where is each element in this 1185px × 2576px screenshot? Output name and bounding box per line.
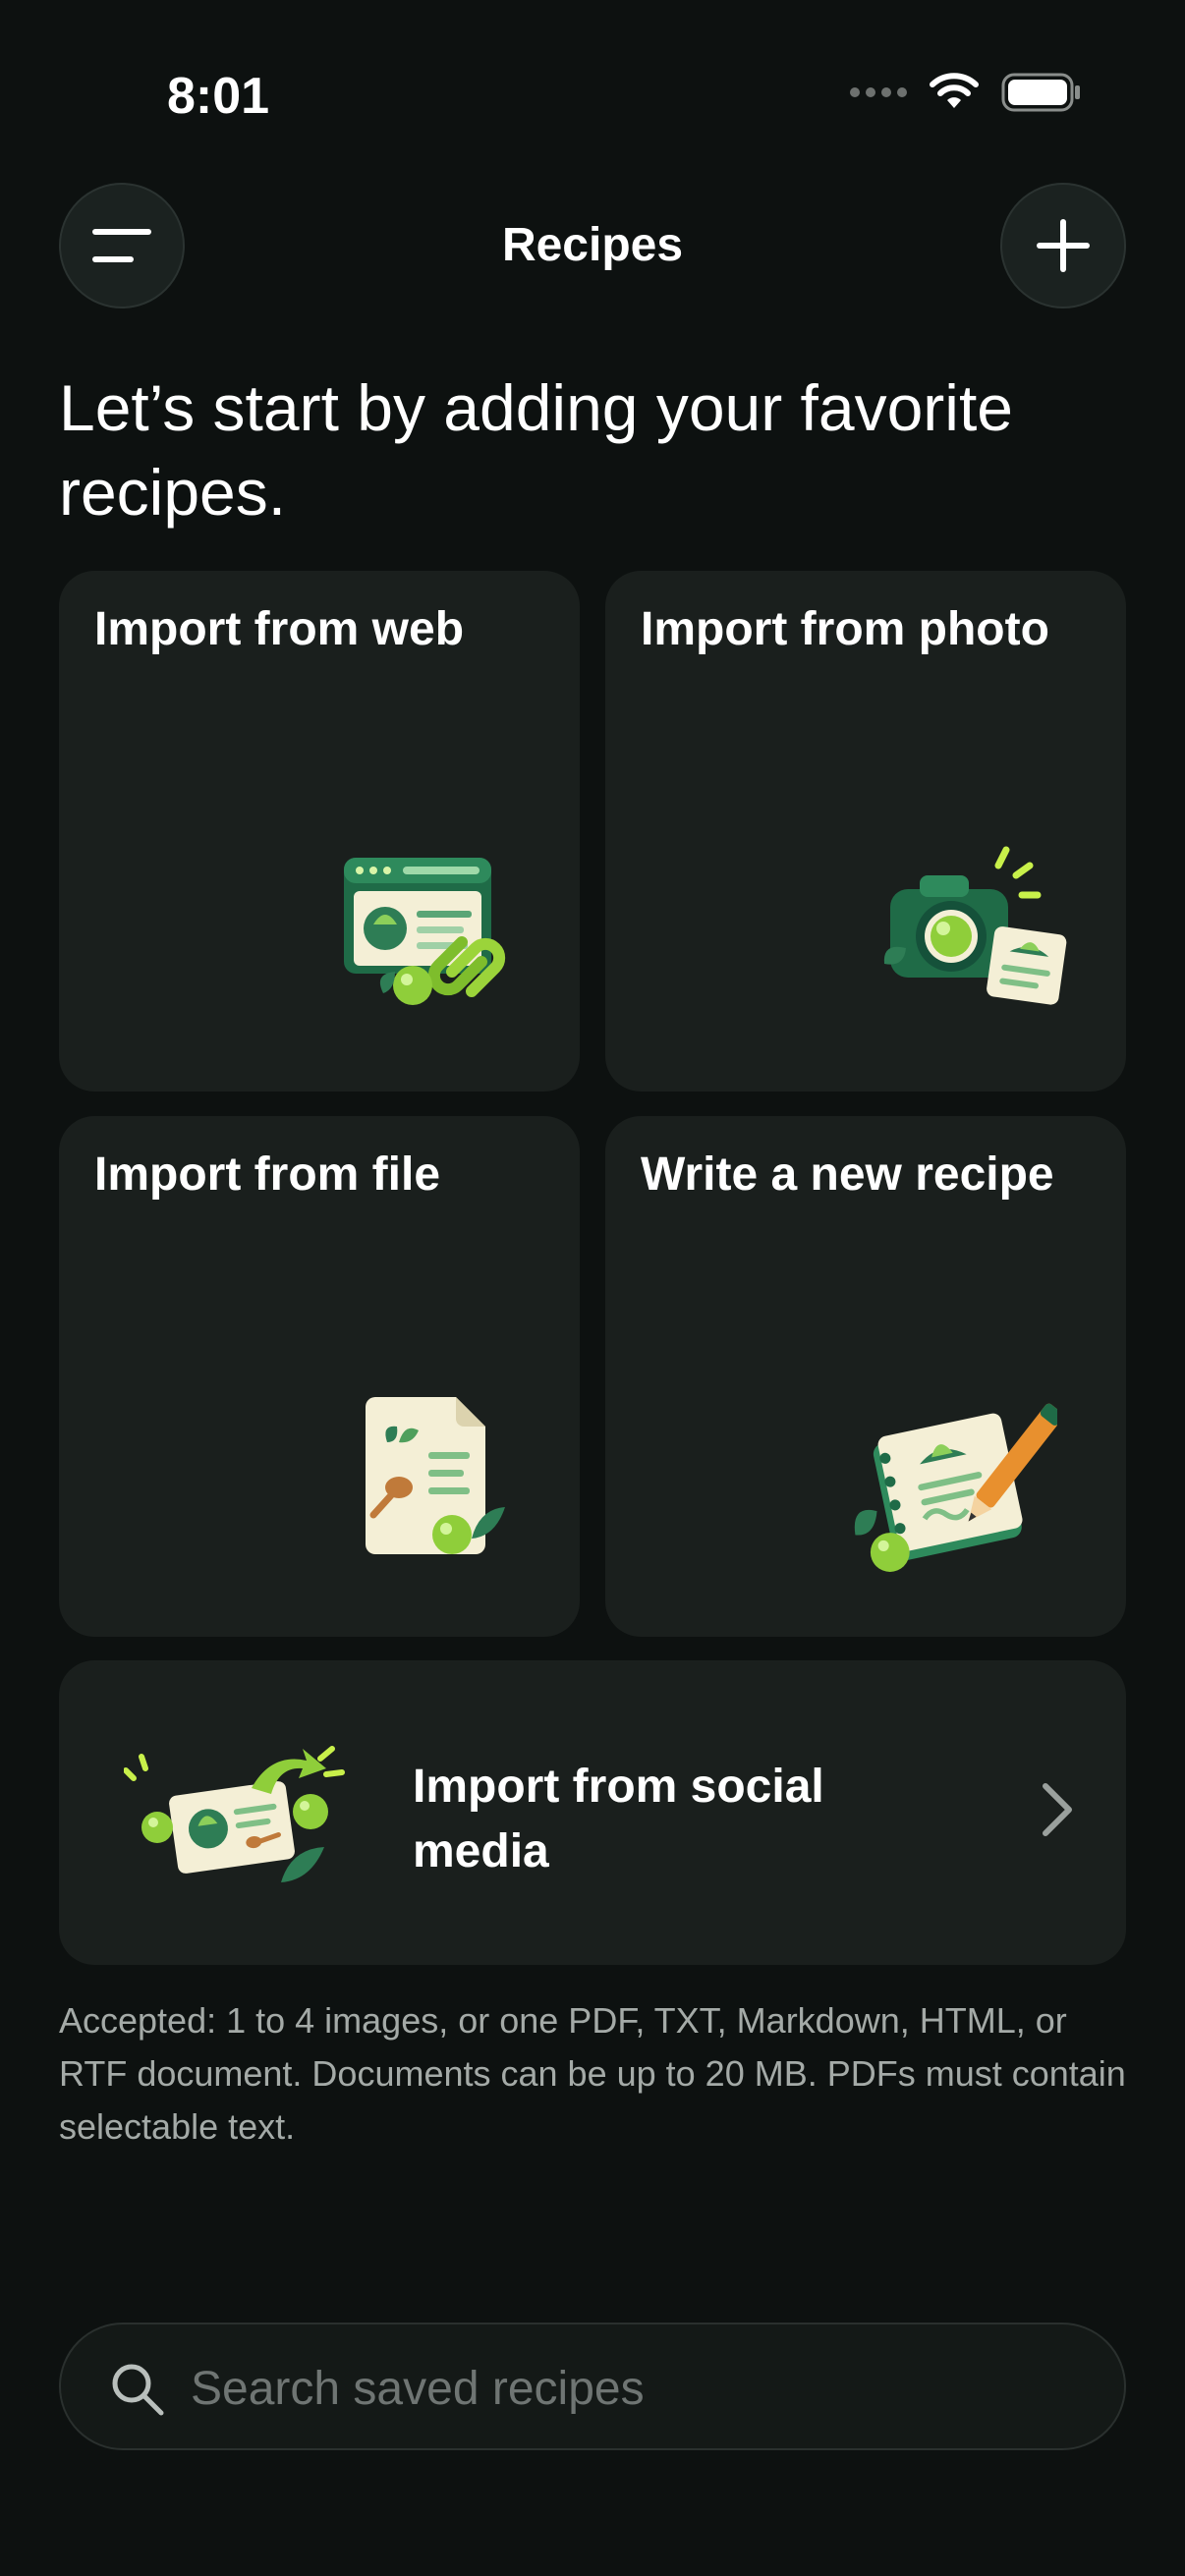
plus-icon (1037, 219, 1090, 272)
cellular-signal-icon (850, 87, 907, 97)
notebook-pencil-illustration-icon (854, 1403, 1057, 1572)
search-bar[interactable] (59, 2323, 1126, 2450)
document-illustration-icon (366, 1397, 505, 1554)
import-from-web-card[interactable]: Import from web (59, 571, 580, 1092)
camera-illustration-icon (883, 846, 1067, 1005)
status-icons (850, 73, 1082, 112)
import-from-photo-label: Import from photo (641, 603, 1049, 655)
search-icon (112, 2364, 164, 2416)
write-new-recipe-card[interactable]: Write a new recipe (605, 1116, 1126, 1637)
status-bar: 8:01 (0, 0, 1185, 187)
search-input[interactable] (189, 2344, 1077, 2433)
import-from-social-media-card[interactable]: Import from social media (59, 1660, 1126, 1965)
import-from-social-media-label: Import from social media (413, 1761, 824, 1877)
web-link-illustration-icon (344, 858, 506, 1005)
import-from-file-label: Import from file (94, 1148, 441, 1201)
battery-icon (1001, 73, 1080, 112)
add-recipe-button[interactable] (1000, 183, 1126, 308)
import-from-photo-card[interactable]: Import from photo (605, 571, 1126, 1092)
import-from-file-card[interactable]: Import from file (59, 1116, 580, 1637)
write-new-recipe-label: Write a new recipe (641, 1148, 1054, 1201)
onboarding-headline: Let’s start by adding your favorite reci… (59, 371, 1013, 529)
accepted-formats-note: Accepted: 1 to 4 images, or one PDF, TXT… (59, 2000, 1126, 2147)
chevron-right-icon (1043, 1783, 1072, 1836)
wifi-icon (930, 73, 979, 108)
import-from-web-label: Import from web (94, 603, 465, 655)
social-share-illustration-icon (124, 1746, 345, 1882)
status-time: 8:01 (167, 68, 270, 125)
